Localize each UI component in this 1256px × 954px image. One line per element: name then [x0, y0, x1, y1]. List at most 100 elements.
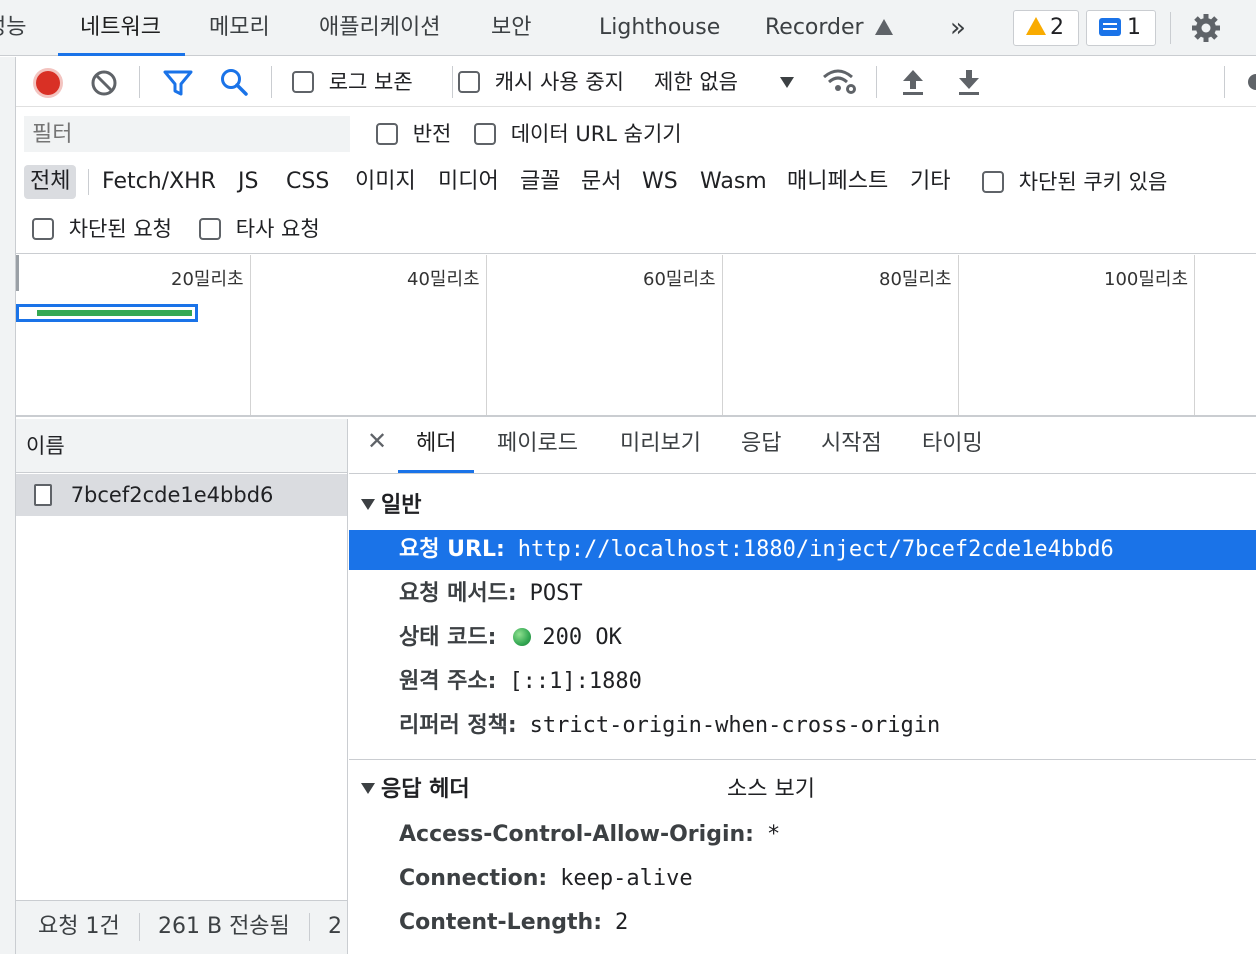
- tab-timing[interactable]: 타이밍: [922, 419, 983, 473]
- header-value: [::1]:1880: [509, 669, 642, 694]
- divider: [139, 66, 140, 98]
- record-button[interactable]: [33, 68, 63, 98]
- upload-icon[interactable]: [901, 68, 925, 96]
- tab-security[interactable]: 보안: [491, 0, 531, 56]
- tick-label: 80밀리초: [879, 269, 952, 290]
- header-row[interactable]: 원격 주소: [::1]:1880: [349, 662, 1256, 702]
- tick-label: 60밀리초: [643, 269, 716, 290]
- left-gutter: [0, 57, 16, 954]
- blocked-cookies-toggle[interactable]: 차단된 쿠키 있음: [982, 165, 1167, 199]
- close-icon[interactable]: ✕: [367, 427, 387, 455]
- network-conditions-icon[interactable]: [821, 67, 859, 97]
- gridline: [958, 255, 959, 415]
- tab-lighthouse[interactable]: Lighthouse: [599, 0, 720, 56]
- header-row[interactable]: Content-Length: 2: [349, 903, 1256, 943]
- warnings-count: 2: [1050, 15, 1064, 40]
- blocked-cookies-checkbox[interactable]: [982, 171, 1004, 193]
- warnings-badge[interactable]: 2: [1013, 10, 1079, 46]
- messages-badge[interactable]: 1: [1086, 10, 1156, 46]
- request-name: 7bcef2cde1e4bbd6: [70, 483, 274, 507]
- record-icon: [36, 71, 60, 95]
- filter-icon[interactable]: [163, 69, 193, 97]
- gear-icon[interactable]: [1190, 12, 1222, 44]
- tab-response[interactable]: 응답: [741, 419, 781, 473]
- throttling-value: 제한 없음: [654, 70, 738, 94]
- document-icon: [34, 484, 52, 506]
- header-row[interactable]: Access-Control-Allow-Origin: *: [349, 815, 1256, 855]
- filter-type-doc[interactable]: 문서: [575, 165, 627, 199]
- divider: [139, 913, 140, 941]
- general-section-header[interactable]: 일반: [349, 487, 1256, 519]
- network-overview[interactable]: 20밀리초 40밀리초 60밀리초 80밀리초 100밀리초: [16, 255, 1256, 417]
- hide-data-urls-checkbox[interactable]: [474, 123, 496, 145]
- tab-application[interactable]: 애플리케이션: [319, 0, 440, 56]
- divider: [349, 759, 1256, 760]
- filter-type-image[interactable]: 이미지: [349, 165, 422, 199]
- header-row[interactable]: 요청 URL: http://localhost:1880/inject/7bc…: [349, 530, 1256, 570]
- search-icon[interactable]: [219, 67, 249, 97]
- clear-icon[interactable]: [90, 69, 118, 97]
- filter-type-font[interactable]: 글꼴: [514, 165, 566, 199]
- tab-preview[interactable]: 미리보기: [620, 419, 701, 473]
- disable-cache-checkbox[interactable]: [458, 71, 480, 93]
- network-toolbar: 로그 보존 캐시 사용 중지 제한 없음: [16, 57, 1256, 107]
- header-row[interactable]: Connection: keep-alive: [349, 859, 1256, 899]
- filter-type-js[interactable]: JS: [232, 165, 264, 199]
- invert-checkbox[interactable]: [376, 123, 398, 145]
- filter-type-manifest[interactable]: 매니페스트: [781, 165, 894, 199]
- filter-type-css[interactable]: CSS: [280, 165, 335, 199]
- divider: [271, 66, 272, 98]
- filter-type-media[interactable]: 미디어: [432, 165, 505, 199]
- preserve-log-checkbox[interactable]: [292, 71, 314, 93]
- tab-payload[interactable]: 페이로드: [497, 419, 578, 473]
- tab-recorder[interactable]: Recorder: [765, 0, 893, 56]
- header-row[interactable]: 리퍼러 정책: strict-origin-when-cross-origin: [349, 706, 1256, 746]
- response-headers-title: 응답 헤더: [381, 777, 470, 802]
- tab-initiator[interactable]: 시작점: [821, 419, 882, 473]
- triangle-down-icon: [361, 783, 375, 794]
- table-row[interactable]: 7bcef2cde1e4bbd6: [16, 474, 347, 516]
- divider: [1224, 66, 1225, 98]
- gridline: [250, 255, 251, 415]
- filter-type-ws[interactable]: WS: [636, 165, 684, 199]
- view-source-link[interactable]: 소스 보기: [727, 771, 815, 803]
- blocked-requests-toggle[interactable]: 차단된 요청: [32, 212, 172, 246]
- settings-icon[interactable]: [1246, 71, 1256, 93]
- filter-type-fetch-xhr[interactable]: Fetch/XHR: [96, 165, 222, 199]
- disable-cache-toggle[interactable]: 캐시 사용 중지: [458, 65, 624, 99]
- header-key: Connection:: [399, 866, 548, 891]
- request-bar[interactable]: [16, 304, 198, 322]
- invert-toggle[interactable]: 반전: [376, 117, 451, 151]
- tab-memory[interactable]: 메모리: [209, 0, 270, 56]
- download-icon[interactable]: [957, 68, 981, 96]
- filter-type-other[interactable]: 기타: [904, 165, 956, 199]
- header-row[interactable]: 요청 메서드: POST: [349, 574, 1256, 614]
- blocked-requests-checkbox[interactable]: [32, 218, 54, 240]
- general-title: 일반: [381, 493, 422, 518]
- hide-data-urls-toggle[interactable]: 데이터 URL 숨기기: [474, 117, 682, 151]
- third-party-checkbox[interactable]: [199, 218, 221, 240]
- tab-performance[interactable]: 성능: [0, 0, 26, 56]
- preserve-log-toggle[interactable]: 로그 보존: [292, 65, 413, 99]
- header-key: Access-Control-Allow-Origin:: [399, 822, 754, 847]
- filter-bar: 반전 데이터 URL 숨기기 전체 Fetch/XHR JS CSS 이미지 미…: [16, 108, 1256, 254]
- throttling-select[interactable]: 제한 없음: [654, 65, 824, 99]
- header-row[interactable]: 상태 코드: 200 OK: [349, 618, 1256, 658]
- filter-input[interactable]: [24, 116, 350, 152]
- overview-handle[interactable]: [16, 255, 19, 291]
- chevron-down-icon: [780, 77, 794, 88]
- tick-label: 40밀리초: [407, 269, 480, 290]
- request-list: 이름 7bcef2cde1e4bbd6 요청 1건 261 B 전송됨 2: [16, 419, 348, 954]
- filter-type-all[interactable]: 전체: [24, 165, 77, 199]
- filter-type-wasm[interactable]: Wasm: [694, 165, 773, 199]
- tab-network[interactable]: 네트워크: [58, 0, 185, 56]
- request-details: ✕ 헤더 페이로드 미리보기 응답 시작점 타이밍 일반 요청 URL: htt…: [349, 419, 1256, 954]
- third-party-toggle[interactable]: 타사 요청: [199, 212, 320, 246]
- header-value: keep-alive: [560, 866, 693, 891]
- header-value: strict-origin-when-cross-origin: [529, 713, 941, 738]
- more-tabs-icon[interactable]: »: [950, 0, 966, 56]
- tab-headers[interactable]: 헤더: [397, 419, 476, 473]
- divider: [88, 169, 89, 195]
- panel-tab-bar: 성능 네트워크 메모리 애플리케이션 보안 Lighthouse Recorde…: [0, 0, 1256, 56]
- name-column-header[interactable]: 이름: [16, 419, 347, 473]
